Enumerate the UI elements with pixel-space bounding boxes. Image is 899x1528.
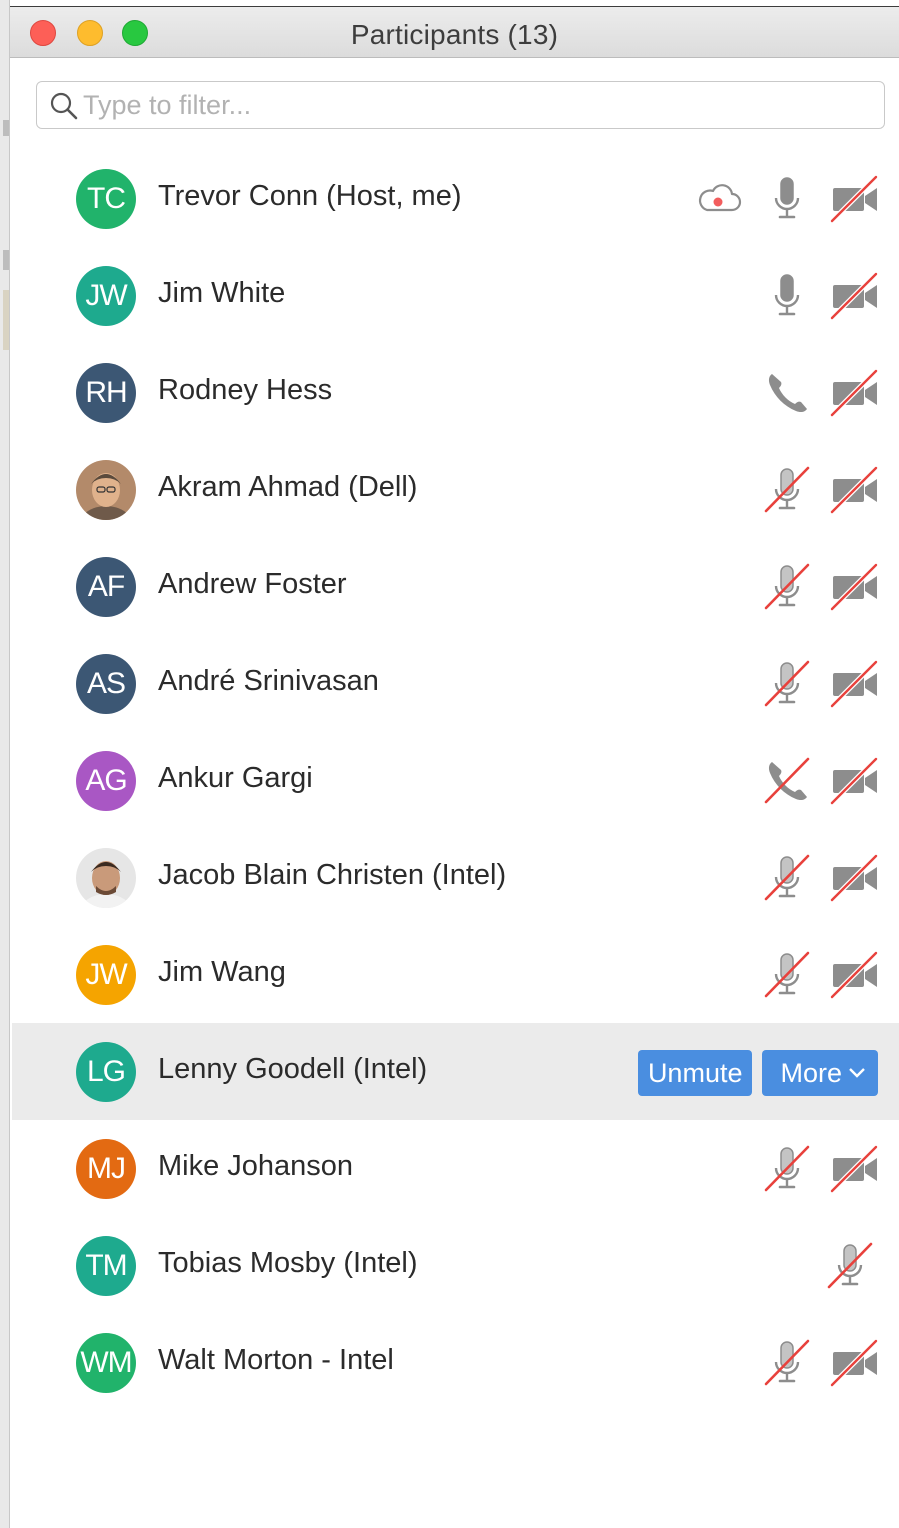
participant-status-icons [762,659,880,709]
more-button[interactable]: More [762,1050,878,1096]
video-off-icon[interactable] [830,756,880,806]
chevron-down-icon [849,1068,865,1078]
video-off-icon[interactable] [830,465,880,515]
participant-status-icons [762,271,880,321]
participant-name: Rodney Hess [158,374,333,406]
video-off-icon[interactable] [830,950,880,1000]
avatar: JW [76,266,136,326]
avatar: TM [76,1236,136,1296]
participant-name: Trevor Conn (Host, me) [158,180,462,212]
video-off-icon[interactable] [830,1338,880,1388]
filter-search-box[interactable] [36,81,885,129]
avatar: LG [76,1042,136,1102]
participant-status-icons [762,465,880,515]
unmute-button[interactable]: Unmute [637,1050,753,1096]
video-off-icon[interactable] [830,271,880,321]
participant-row[interactable]: Akram Ahmad (Dell) [12,441,899,538]
participant-row[interactable]: AF Andrew Foster [12,538,899,635]
participant-name: André Srinivasan [158,665,379,697]
window-title: Participants (13) [350,19,559,50]
participant-name: Mike Johanson [158,1150,354,1182]
microphone-icon[interactable] [762,174,812,224]
avatar [76,460,136,520]
participant-row[interactable]: AG Ankur Gargi [12,732,899,829]
background-window-edge [0,0,10,1528]
participant-row[interactable]: JW Jim White [12,247,899,344]
title-bar[interactable]: Participants (13) [10,6,899,58]
participant-status-icons [762,950,880,1000]
participant-row[interactable]: WM Walt Morton - Intel [12,1314,899,1411]
participants-window: Participants (13) TC Trevor Conn (Host, m… [0,0,899,1528]
avatar: TC [76,169,136,229]
participant-status-icons [762,1338,880,1388]
avatar [76,848,136,908]
microphone-muted-icon [764,563,810,610]
participant-status-icons [762,368,880,418]
avatar: RH [76,363,136,423]
participant-name: Jim White [158,277,286,309]
avatar-photo [76,460,136,520]
more-button-label: More [780,1057,842,1088]
participant-status-icons [762,1144,880,1194]
participant-status-icons [762,562,880,612]
participant-name: Tobias Mosby (Intel) [158,1247,418,1279]
participant-list: TC Trevor Conn (Host, me) JW Jim White RH R… [12,150,899,1411]
search-icon [50,92,78,120]
participant-name: Andrew Foster [158,568,347,600]
video-off-icon[interactable] [830,853,880,903]
microphone-muted-icon [764,660,810,707]
phone-icon [768,374,807,413]
participant-row[interactable]: Jacob Blain Christen (Intel) [12,829,899,926]
avatar: AG [76,751,136,811]
avatar: AF [76,557,136,617]
participant-row[interactable]: TM Tobias Mosby (Intel) [12,1217,899,1314]
avatar: WM [76,1333,136,1393]
participant-name: Akram Ahmad (Dell) [158,471,418,503]
avatar-photo [76,848,136,908]
unmute-button-label: Unmute [647,1057,743,1088]
participant-status-icons [825,1241,875,1291]
filter-input[interactable] [83,88,863,122]
participant-status-icons [762,853,880,903]
video-off-icon[interactable] [830,368,880,418]
participant-status-icons [694,174,880,224]
microphone-muted-icon [764,1339,810,1386]
participant-status-icons [762,756,880,806]
participant-row[interactable]: LG Lenny Goodell (Intel) Unmute More [12,1023,899,1120]
participant-row[interactable]: RH Rodney Hess [12,344,899,441]
microphone-muted-icon [764,1145,810,1192]
avatar: JW [76,945,136,1005]
microphone-muted-icon [827,1242,873,1289]
video-off-icon[interactable] [830,1144,880,1194]
microphone-icon[interactable] [762,271,812,321]
participant-name: Lenny Goodell (Intel) [158,1053,428,1085]
video-off-icon[interactable] [830,659,880,709]
avatar: AS [76,654,136,714]
avatar: MJ [76,1139,136,1199]
participant-status-icons: Unmute More [637,1048,878,1098]
phone-muted-icon [764,757,810,804]
participant-row[interactable]: AS André Srinivasan [12,635,899,732]
microphone-muted-icon [764,466,810,513]
microphone-muted-icon [764,854,810,901]
participant-name: Ankur Gargi [158,762,313,794]
video-off-icon[interactable] [830,174,880,224]
cloud-record-icon [698,184,742,212]
participant-name: Jim Wang [158,956,286,988]
participant-row[interactable]: JW Jim Wang [12,926,899,1023]
participant-row[interactable]: TC Trevor Conn (Host, me) [12,150,899,247]
video-off-icon[interactable] [830,562,880,612]
participant-row[interactable]: MJ Mike Johanson [12,1120,899,1217]
microphone-muted-icon [764,951,810,998]
participant-name: Walt Morton - Intel [158,1344,394,1376]
participant-name: Jacob Blain Christen (Intel) [158,859,507,891]
